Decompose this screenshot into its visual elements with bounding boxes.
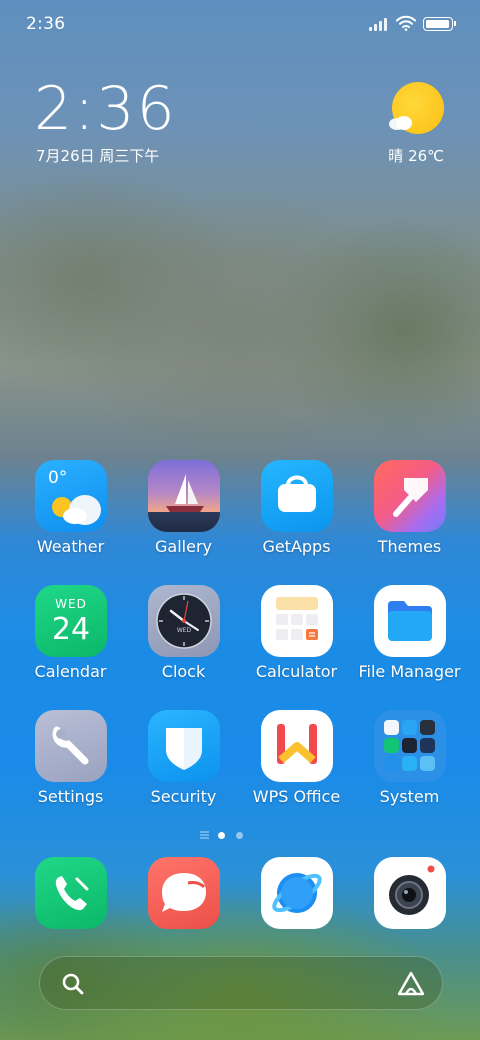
app-label: Gallery [155, 537, 212, 556]
app-clock[interactable]: WED Clock [127, 585, 240, 695]
app-label: Themes [377, 537, 442, 556]
search-icon [62, 973, 84, 995]
app-label: Security [150, 787, 217, 806]
signal-icon [369, 17, 391, 31]
app-system-folder[interactable]: System [353, 710, 466, 820]
gallery-icon [148, 460, 220, 532]
app-wps-office[interactable]: WPS Office [240, 710, 353, 820]
camera-icon[interactable] [374, 857, 446, 929]
battery-level [426, 20, 449, 28]
calendar-icon: WED 24 [35, 585, 107, 657]
app-security[interactable]: Security [127, 710, 240, 820]
weather-text: 晴 26℃ [388, 147, 444, 165]
status-time: 2:36 [26, 14, 66, 34]
settings-icon [35, 710, 107, 782]
clock-weekday: WED [176, 627, 192, 634]
calendar-day: 24 [51, 612, 91, 647]
app-label: Weather [36, 537, 105, 556]
security-icon [148, 710, 220, 782]
wifi-icon [396, 15, 416, 31]
status-bar: 2:36 [0, 0, 480, 50]
app-file-manager[interactable]: File Manager [353, 585, 466, 695]
weather-icon: 0° [35, 460, 107, 532]
cloud-icon [389, 116, 412, 130]
app-label: Clock [161, 662, 206, 681]
app-label: Calculator [255, 662, 338, 681]
themes-icon [374, 460, 446, 532]
page-dot-2[interactable] [236, 832, 243, 839]
calculator-icon [261, 585, 333, 657]
app-gallery[interactable]: Gallery [127, 460, 240, 570]
app-calendar[interactable]: WED 24 Calendar [14, 585, 127, 695]
app-label: File Manager [358, 662, 461, 681]
app-getapps[interactable]: GetApps [240, 460, 353, 570]
app-label: Calendar [34, 662, 107, 681]
assistant-icon[interactable] [396, 970, 426, 998]
page-dot-1[interactable] [218, 832, 225, 839]
home-clock[interactable]: 2:36 [34, 74, 177, 144]
app-themes[interactable]: Themes [353, 460, 466, 570]
file-manager-icon [374, 585, 446, 657]
battery-icon [423, 17, 456, 31]
app-weather[interactable]: 0° Weather [14, 460, 127, 570]
wps-office-icon [261, 710, 333, 782]
messages-icon[interactable] [148, 857, 220, 929]
browser-icon[interactable] [261, 857, 333, 929]
app-label: WPS Office [252, 787, 341, 806]
phone-icon[interactable] [35, 857, 107, 929]
page-indicator[interactable] [0, 830, 480, 842]
app-calculator[interactable]: Calculator [240, 585, 353, 695]
app-label: Settings [37, 787, 104, 806]
getapps-icon [261, 460, 333, 532]
home-date[interactable]: 7月26日 周三下午 [36, 145, 159, 166]
search-bar[interactable] [39, 956, 443, 1010]
app-label: GetApps [262, 537, 331, 556]
app-label: System [379, 787, 440, 806]
app-settings[interactable]: Settings [14, 710, 127, 820]
system-folder-icon [374, 710, 446, 782]
clock-icon: WED [148, 585, 220, 657]
calendar-weekday: WED [55, 597, 87, 611]
feed-page-icon [200, 831, 209, 839]
weather-widget[interactable]: 晴 26℃ [364, 82, 444, 172]
